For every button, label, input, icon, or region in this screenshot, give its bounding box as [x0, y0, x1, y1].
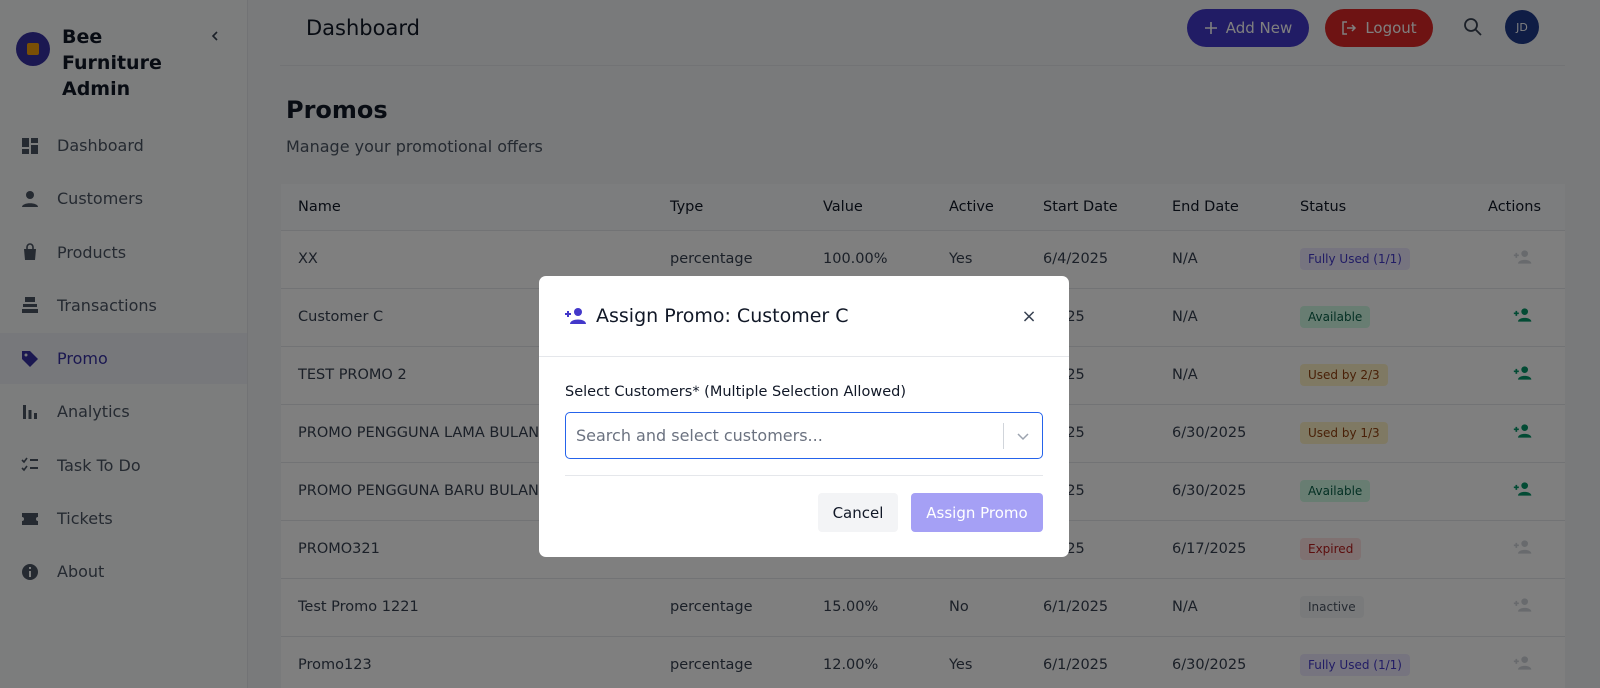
add-user-icon: [565, 308, 586, 324]
assign-promo-button[interactable]: Assign Promo: [911, 493, 1043, 532]
cancel-button[interactable]: Cancel: [818, 493, 898, 532]
close-button[interactable]: ×: [1018, 305, 1040, 327]
customer-search-input[interactable]: Search and select customers...: [566, 426, 1003, 445]
modal-divider: [565, 475, 1043, 476]
customer-select[interactable]: Search and select customers...: [565, 412, 1043, 459]
modal-header: Assign Promo: Customer C: [539, 276, 1069, 357]
chevron-down-icon[interactable]: [1004, 413, 1042, 458]
modal-title: Assign Promo: Customer C: [596, 305, 849, 327]
assign-promo-modal: Assign Promo: Customer C × Select Custom…: [539, 276, 1069, 557]
select-customers-label: Select Customers* (Multiple Selection Al…: [565, 384, 906, 400]
